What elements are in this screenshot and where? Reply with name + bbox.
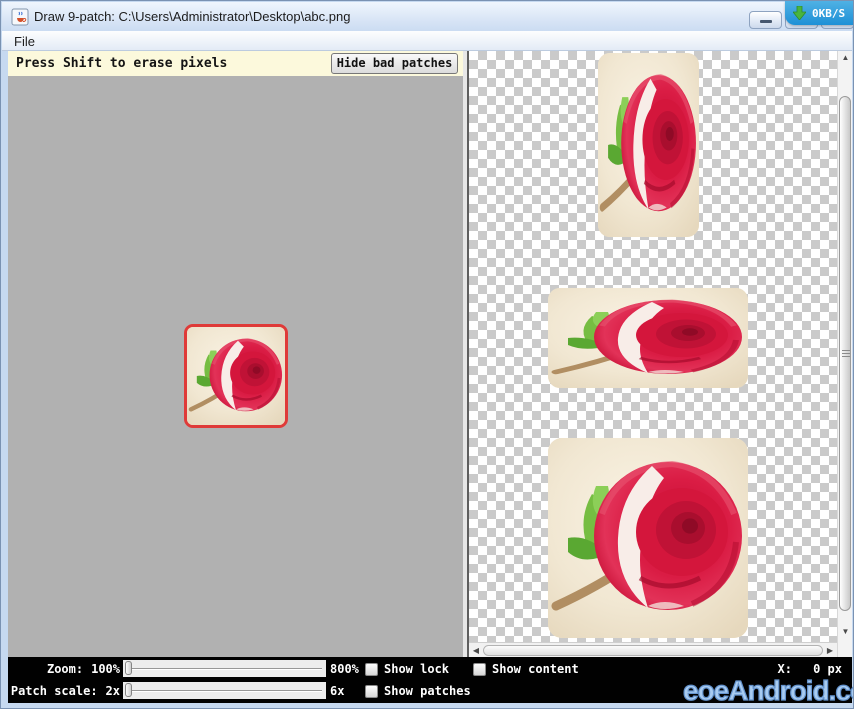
preview-vertical-stretch <box>598 53 699 237</box>
show-content-checkbox[interactable]: Show content <box>473 662 579 676</box>
zoom-max-label: 800% <box>330 662 359 676</box>
x-coordinate-value: 0 px <box>804 662 842 676</box>
minimize-icon <box>760 20 772 23</box>
preview-horizontal-stretch <box>548 288 748 388</box>
checkbox-icon[interactable] <box>365 685 378 698</box>
patch-scale-max-label: 6x <box>330 684 344 698</box>
zoom-slider-track <box>127 668 322 669</box>
java-app-icon <box>11 8 29 26</box>
show-lock-checkbox[interactable]: Show lock <box>365 662 449 676</box>
rose-image <box>598 53 699 237</box>
zoom-label-group: Zoom: 100% <box>8 662 120 676</box>
horizontal-scrollbar-thumb[interactable] <box>483 645 823 656</box>
horizontal-scrollbar[interactable]: ◀ ▶ <box>469 642 837 657</box>
editor-pane: Press Shift to erase pixels Hide bad pat… <box>8 51 463 657</box>
eoeandroid-watermark: eoeAndroid.com <box>683 675 854 707</box>
show-patches-checkbox[interactable]: Show patches <box>365 684 471 698</box>
draw-9patch-window: Draw 9-patch: C:\Users\Administrator\Des… <box>0 0 854 709</box>
patch-scale-slider[interactable] <box>123 682 326 699</box>
rose-image <box>548 288 748 388</box>
rose-image <box>548 438 748 638</box>
scroll-left-icon[interactable]: ◀ <box>469 643 483 658</box>
zoom-slider-thumb[interactable] <box>125 661 132 675</box>
title-bar[interactable]: Draw 9-patch: C:\Users\Administrator\Des… <box>2 2 852 31</box>
show-lock-label: Show lock <box>384 662 449 676</box>
cursor-coordinates: X: 0 px <box>778 662 842 676</box>
patch-scale-value: 2x <box>106 684 120 698</box>
ninepatch-source-image[interactable] <box>184 324 288 428</box>
zoom-value: 100% <box>91 662 120 676</box>
menu-file[interactable]: File <box>14 34 35 49</box>
rose-image <box>187 327 285 425</box>
patch-scale-label: Patch scale: <box>11 684 98 698</box>
scroll-down-icon[interactable]: ▼ <box>838 627 853 636</box>
checkbox-icon[interactable] <box>365 663 378 676</box>
patch-scale-slider-thumb[interactable] <box>125 683 132 697</box>
preview-pane: ◀ ▶ <box>469 51 837 657</box>
window-title: Draw 9-patch: C:\Users\Administrator\Des… <box>34 9 350 24</box>
show-content-label: Show content <box>492 662 579 676</box>
download-speed-text: 0KB/S <box>812 7 845 20</box>
download-speed-overlay[interactable]: 0KB/S <box>785 1 853 25</box>
scrollbar-grip-icon <box>842 350 850 358</box>
patch-scale-slider-track <box>127 690 322 691</box>
zoom-label: Zoom: <box>47 662 83 676</box>
info-bar: Press Shift to erase pixels Hide bad pat… <box>8 51 463 76</box>
vertical-scrollbar[interactable]: ▲ ▼ <box>837 51 852 657</box>
zoom-slider[interactable] <box>123 660 326 677</box>
scroll-up-icon[interactable]: ▲ <box>838 53 853 62</box>
show-patches-label: Show patches <box>384 684 471 698</box>
menu-bar: File <box>2 31 852 51</box>
hide-bad-patches-button[interactable]: Hide bad patches <box>331 53 458 74</box>
patch-scale-label-group: Patch scale: 2x <box>8 684 120 698</box>
x-coordinate-label: X: <box>778 662 792 676</box>
preview-both-stretch <box>548 438 748 638</box>
vertical-scrollbar-thumb[interactable] <box>839 96 851 611</box>
checkbox-icon[interactable] <box>473 663 486 676</box>
scroll-right-icon[interactable]: ▶ <box>823 643 837 658</box>
download-arrow-icon <box>793 6 806 20</box>
info-message: Press Shift to erase pixels <box>16 56 227 71</box>
minimize-button[interactable] <box>749 11 782 29</box>
